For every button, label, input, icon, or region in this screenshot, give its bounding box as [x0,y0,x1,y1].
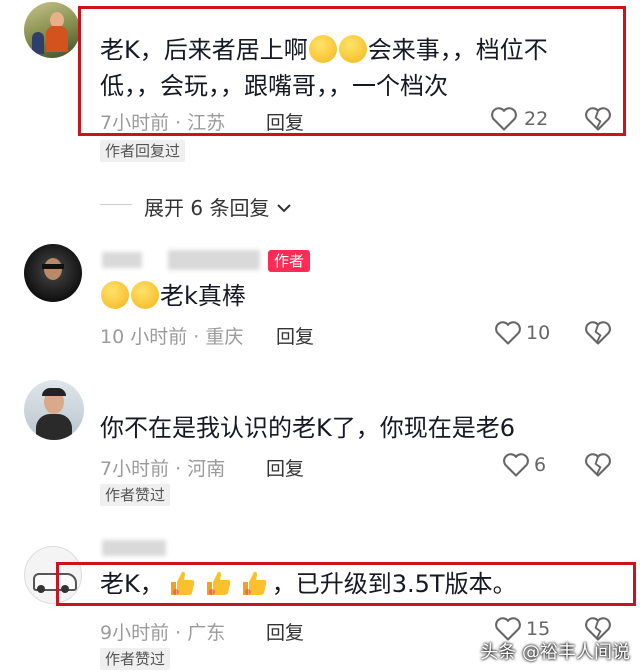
heart-icon[interactable] [494,320,522,346]
divider [100,204,132,205]
username-blurred [102,540,166,556]
comment-text: 老K，后来者居上啊 会来事，，档位不 低，，会玩，，跟嘴哥，，一个档次 [100,32,610,104]
dislike-icon[interactable] [584,452,612,478]
grinning-emoji-icon [131,281,159,309]
reply-button[interactable]: 回复 [266,108,304,135]
laughing-emoji-icon [338,35,367,63]
comment-text-part: 低，，会玩，，跟嘴哥，，一个档次 [100,72,448,100]
author-liked-tag: 作者赞过 [100,484,171,506]
author-replied-tag: 作者回复过 [100,140,186,162]
thumbs-up-emoji-icon [170,571,194,595]
comment-text-part: 老K， [100,570,164,598]
like-count: 6 [534,454,547,476]
comment-text-part: 会来事，，档位不 [367,36,548,64]
watermark: 头条 @裕丰人间说 [480,642,630,663]
comment-text: 老K， ，已升级到3.5T版本。 [100,566,517,602]
reply-button[interactable]: 回复 [266,454,304,481]
heart-icon[interactable] [490,106,518,132]
heart-icon[interactable] [502,452,530,478]
time-location: 7小时前 · 江苏 [100,112,226,134]
avatar[interactable] [24,244,82,302]
avatar[interactable] [24,2,80,58]
avatar[interactable] [24,380,84,440]
time-location: 9小时前 · 广东 [100,622,226,644]
thumbs-up-emoji-icon [242,571,266,595]
time-location: 7小时前 · 河南 [100,458,226,480]
reply-button[interactable]: 回复 [276,322,314,349]
grinning-emoji-icon [101,281,129,309]
reply-button[interactable]: 回复 [266,618,304,645]
comment-text-part: ，已升级到3.5T版本。 [271,570,517,598]
comment-text-part: 老k真棒 [160,282,246,310]
author-badge: 作者 [268,250,311,272]
time-location: 10 小时前 · 重庆 [100,326,244,348]
thumbs-up-emoji-icon [206,571,230,595]
username-blurred [168,250,260,270]
comment-text: 老k真棒 [100,278,246,314]
laughing-emoji-icon [308,35,337,63]
comment-text-part: 老K，后来者居上啊 [100,36,308,64]
comment-text: 你不在是我认识的老K了，你现在是老6 [100,414,516,442]
dislike-icon[interactable] [584,106,612,132]
author-liked-tag: 作者赞过 [100,648,171,670]
chevron-down-icon [277,204,291,213]
like-count: 22 [524,108,549,130]
expand-replies-button[interactable]: 展开 6 条回复 [144,192,292,221]
username-blurred [102,252,142,268]
like-count: 15 [526,618,551,640]
expand-label: 展开 6 条回复 [144,196,270,220]
dislike-icon[interactable] [584,320,612,346]
like-count: 10 [526,322,551,344]
